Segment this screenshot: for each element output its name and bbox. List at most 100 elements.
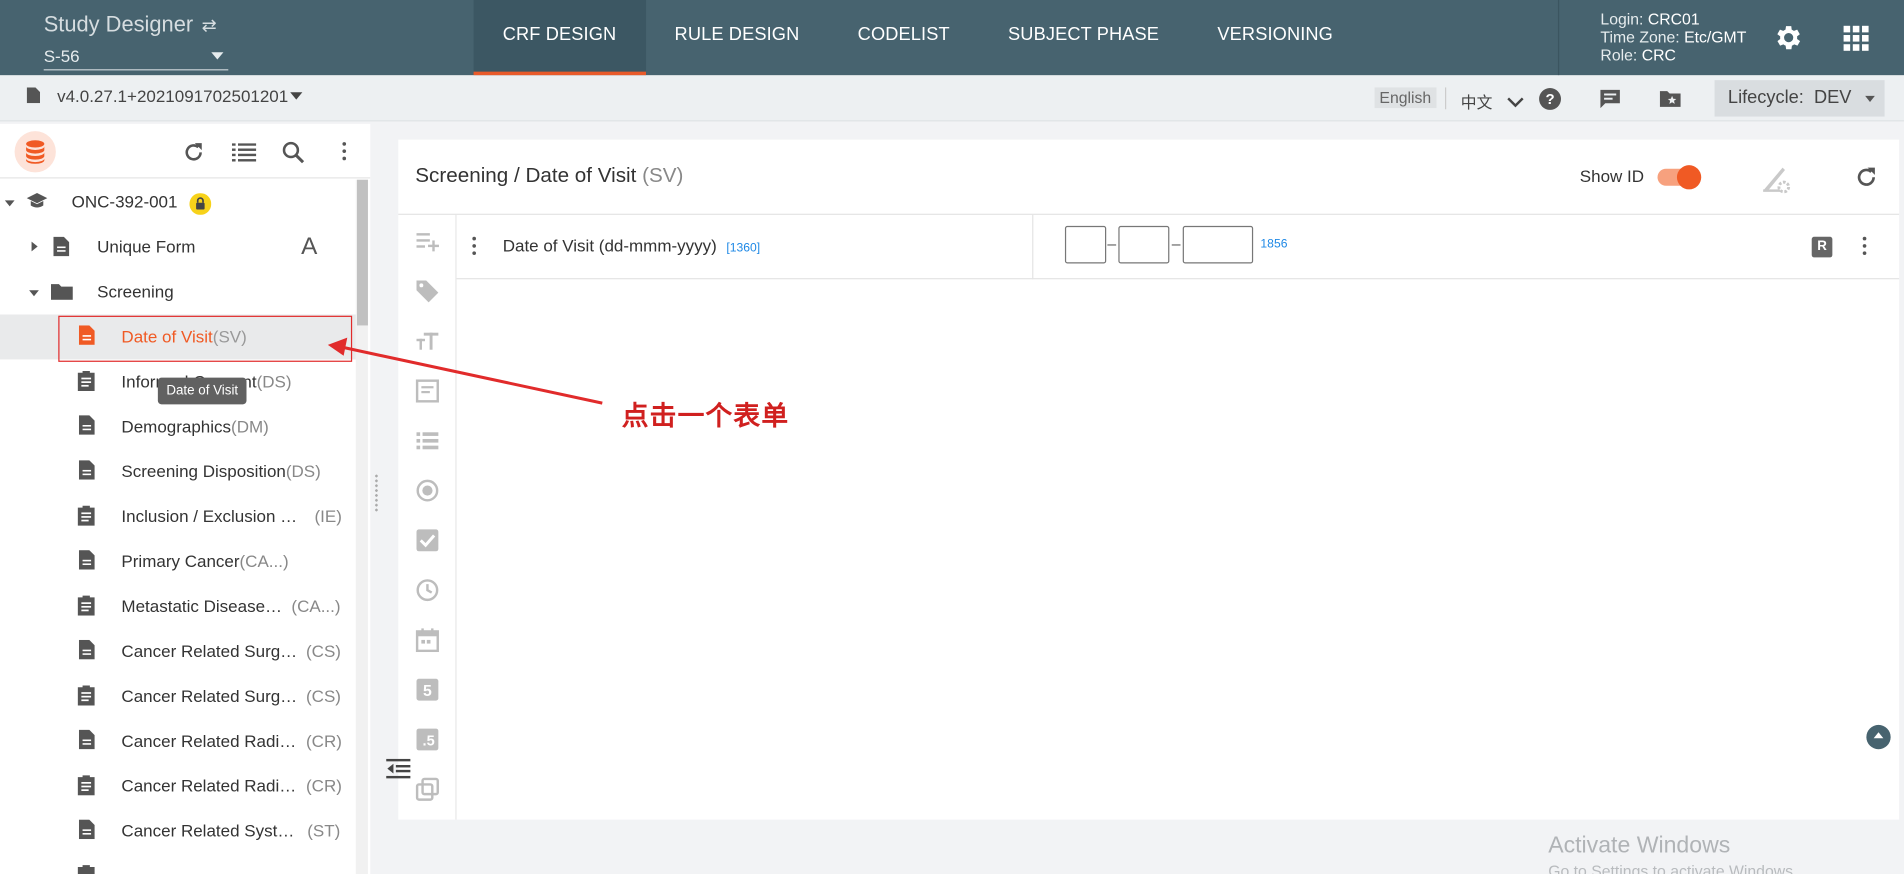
tree-item-primary-cancer[interactable]: Primary Cancer(CA...) <box>0 539 356 584</box>
tag-icon[interactable] <box>415 279 439 303</box>
database-button[interactable] <box>14 131 56 173</box>
lifecycle-select[interactable]: Lifecycle: DEV <box>1714 80 1885 117</box>
show-id-toggle[interactable] <box>1657 165 1702 190</box>
tree-item-unique-form[interactable]: Unique Form A <box>0 225 356 270</box>
tree-item-cancer-related-surgery-2[interactable]: Cancer Related Surg… (CS) <box>0 674 356 719</box>
swap-icon[interactable]: ⇄ <box>202 16 217 37</box>
language-divider <box>1445 87 1447 110</box>
tree-item-cancer-related-radiation-1[interactable]: Cancer Related Radi… (CR) <box>0 719 356 764</box>
more-options-icon[interactable] <box>342 142 347 161</box>
apps-grid-icon[interactable] <box>1840 22 1872 54</box>
field-row[interactable]: Date of Visit (dd-mmm-yyyy) [1360] – – 1… <box>456 214 1900 280</box>
annotation-text: 点击一个表单 <box>621 400 790 433</box>
document-icon <box>78 639 95 660</box>
tree-item-cancer-related-systemic[interactable]: Cancer Related Syst… (ST) <box>0 809 356 854</box>
tab-versioning[interactable]: VERSIONING <box>1188 0 1362 75</box>
form-tree-sidebar: ONC-392-001 Unique Form A Screening Date… <box>0 123 371 874</box>
tree-item-cancer-related-surgery-1[interactable]: Cancer Related Surg… (CS) <box>0 629 356 674</box>
tree-root[interactable]: ONC-392-001 <box>0 180 356 225</box>
tree-item-screening-disposition[interactable]: Screening Disposition(DS) <box>0 449 356 494</box>
help-icon[interactable]: ? <box>1539 87 1562 110</box>
study-select[interactable]: S-56 <box>43 46 229 71</box>
chevron-down-icon <box>211 52 224 60</box>
decimal-field-icon[interactable]: .5 <box>415 727 439 751</box>
field-more-options-icon[interactable] <box>1862 236 1868 256</box>
tree-item-partial[interactable] <box>0 854 356 874</box>
database-icon <box>26 140 45 164</box>
header-divider <box>1557 0 1560 76</box>
text-size-icon[interactable] <box>415 329 439 353</box>
clipboard-icon <box>77 685 95 706</box>
login-value: CRC01 <box>1647 9 1700 28</box>
field-id: [1360] <box>726 241 761 256</box>
study-value: S-56 <box>43 46 80 66</box>
field-label: Date of Visit (dd-mmm-yyyy) [1360] <box>502 235 761 256</box>
language-english[interactable]: English <box>1374 87 1437 109</box>
collapse-sidebar-icon[interactable] <box>386 758 411 780</box>
tab-crf-design[interactable]: CRF DESIGN <box>473 0 646 76</box>
app-title[interactable]: Study Designer ⇄ <box>44 12 217 38</box>
search-icon[interactable] <box>282 141 305 164</box>
study-cap-icon <box>26 192 48 208</box>
timezone-value: Etc/GMT <box>1684 27 1747 47</box>
rule-settings-icon[interactable] <box>1761 164 1793 196</box>
month-input[interactable] <box>1118 225 1170 264</box>
integer-field-icon[interactable]: 5 <box>415 678 439 702</box>
sidebar-toolbar <box>0 124 371 179</box>
required-badge[interactable]: R <box>1811 236 1833 258</box>
document-icon <box>78 819 95 840</box>
windows-activation-subtext: Go to Settings to activate Windows. <box>1548 862 1798 874</box>
lock-icon <box>189 193 212 215</box>
expand-toggle-icon[interactable] <box>29 290 39 297</box>
document-icon <box>78 729 95 750</box>
tab-subject-phase[interactable]: SUBJECT PHASE <box>979 0 1188 75</box>
tab-rule-design[interactable]: RULE DESIGN <box>645 0 828 75</box>
list-icon[interactable] <box>415 429 439 453</box>
chevron-down-icon <box>1865 95 1875 103</box>
comment-icon[interactable] <box>1599 89 1621 110</box>
svg-text:.5: .5 <box>423 734 435 750</box>
toggle-knob <box>1676 165 1702 190</box>
document-icon <box>78 550 95 570</box>
year-input[interactable] <box>1182 225 1254 264</box>
tree-item-inclusion-exclusion[interactable]: Inclusion / Exclusion … (IE) <box>0 494 356 539</box>
lifecycle-value: DEV <box>1813 87 1852 109</box>
tree-item-cancer-related-radiation-2[interactable]: Cancer Related Radi… (CR) <box>0 764 356 809</box>
font-a-icon: A <box>301 233 318 260</box>
version-select[interactable]: v4.0.27.1+2021091702501201 <box>26 86 303 106</box>
list-view-icon[interactable] <box>231 143 257 162</box>
resize-grip-icon[interactable] <box>374 473 379 513</box>
user-info: Login: CRC01 Time Zone: Etc/GMT Role: CR… <box>1600 9 1747 65</box>
checkbox-icon[interactable] <box>415 528 439 552</box>
tree-item-metastatic-disease[interactable]: Metastatic Disease… (CA...) <box>0 584 356 629</box>
copy-icon[interactable] <box>415 777 439 801</box>
clock-icon[interactable] <box>415 578 439 602</box>
bookmark-folder-icon[interactable] <box>1659 89 1682 108</box>
tree-item-demographics[interactable]: Demographics(DM) <box>0 404 356 449</box>
add-field-icon[interactable] <box>415 230 439 254</box>
folder-icon <box>51 284 73 300</box>
sidebar-scrollbar-thumb[interactable] <box>357 179 368 326</box>
field-drag-menu-icon[interactable] <box>472 236 477 256</box>
textarea-icon[interactable] <box>415 379 439 403</box>
chevron-down-icon <box>1506 97 1524 108</box>
gear-icon[interactable] <box>1773 22 1805 54</box>
radio-icon[interactable] <box>415 478 439 502</box>
scroll-to-top-button[interactable] <box>1866 724 1891 750</box>
tab-codelist[interactable]: CODELIST <box>829 0 979 75</box>
language-chinese[interactable]: 中文 <box>1461 90 1524 113</box>
day-input[interactable] <box>1064 225 1107 264</box>
expand-toggle-icon[interactable] <box>31 241 38 252</box>
sub-toolbar: v4.0.27.1+2021091702501201 English 中文 ? … <box>0 75 1904 122</box>
calendar-icon[interactable] <box>415 628 439 653</box>
clipboard-icon <box>77 505 95 526</box>
chevron-down-icon <box>290 92 303 100</box>
tree-item-screening[interactable]: Screening <box>0 270 356 315</box>
expand-toggle-icon[interactable] <box>4 200 15 207</box>
column-divider <box>1032 214 1034 280</box>
refresh-icon[interactable] <box>1854 165 1878 189</box>
clipboard-icon <box>77 370 95 392</box>
document-icon <box>26 87 41 104</box>
top-bar: Study Designer ⇄ S-56 CRF DESIGN RULE DE… <box>0 0 1904 76</box>
refresh-icon[interactable] <box>182 141 205 164</box>
